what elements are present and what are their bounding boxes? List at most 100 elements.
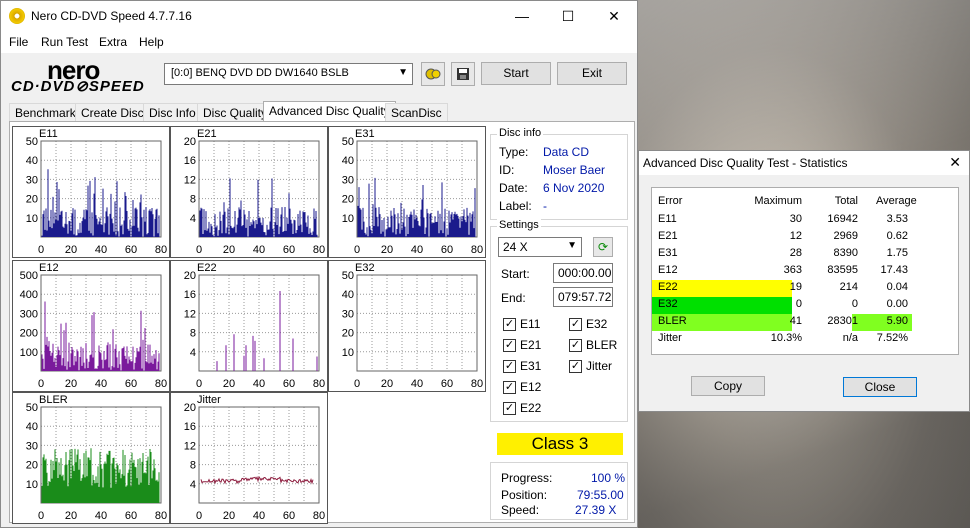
y-tick-label: 10 (26, 479, 38, 491)
y-tick-label: 4 (190, 213, 196, 225)
start-button[interactable]: Start (481, 62, 551, 85)
y-tick-label: 30 (26, 174, 38, 186)
table-cell: E31 (658, 247, 678, 259)
column-header: Average (876, 195, 917, 207)
table-cell: 19 (789, 281, 802, 293)
settings-group: Settings 24 X ▼ ⟳ Start: 000:00.00 End: … (490, 219, 628, 422)
table-cell: E22 (658, 281, 678, 293)
x-tick-label: 60 (441, 244, 453, 256)
menu-run-test[interactable]: Run Test (41, 35, 88, 49)
window-title: Nero CD-DVD Speed 4.7.7.16 (31, 9, 192, 23)
column-header: Total (834, 195, 858, 207)
chart-svg: 50 40 30 20 10 0 20 40 60 80 (342, 136, 483, 256)
y-tick-label: 50 (26, 402, 38, 414)
menu-extra[interactable]: Extra (99, 35, 127, 49)
end-label: End: (501, 291, 526, 305)
check-icon: ✓ (503, 360, 516, 373)
chevron-down-icon: ▼ (567, 240, 577, 251)
progress-group: Progress: 100 % Position: 79:55.00 Speed… (490, 462, 628, 520)
e21-label: E21 (520, 338, 542, 352)
tab-benchmark[interactable]: Benchmark (9, 103, 82, 122)
y-tick-label: 16 (184, 155, 196, 167)
chart-svg: 500 400 300 200 100 0 20 40 60 80 (20, 270, 167, 390)
tab-disc-info[interactable]: Disc Info (143, 103, 202, 122)
y-tick-label: 300 (20, 308, 38, 320)
x-tick-label: 0 (354, 378, 360, 390)
x-tick-label: 40 (95, 510, 107, 522)
table-cell: E12 (658, 264, 678, 276)
y-tick-label: 12 (184, 308, 196, 320)
menu-help[interactable]: Help (139, 35, 164, 49)
x-tick-label: 40 (411, 244, 423, 256)
x-tick-label: 0 (38, 244, 44, 256)
x-tick-label: 40 (253, 244, 265, 256)
table-cell: n/a (842, 332, 858, 344)
tab-create-disc[interactable]: Create Disc (75, 103, 150, 122)
table-cell: 83595 (827, 264, 858, 276)
y-tick-label: 8 (190, 460, 196, 472)
maximize-button[interactable]: ☐ (545, 3, 591, 29)
chart-6: 50 40 30 20 10 0 20 40 60 80 BLER (12, 392, 170, 524)
table-row: E31 28 8390 1.75 (652, 246, 958, 263)
exit-button[interactable]: Exit (557, 62, 627, 85)
menu-file[interactable]: File (9, 35, 28, 49)
label-value: - (543, 199, 547, 213)
table-row: Jitter 10.3% n/a 7.52% (652, 331, 958, 348)
close-button[interactable]: ✕ (591, 3, 637, 29)
progress-label: Progress: (501, 471, 553, 485)
x-tick-label: 80 (155, 378, 167, 390)
chart-5: 50 40 30 20 10 0 20 40 60 80 E32 (328, 260, 486, 392)
y-tick-label: 200 (20, 328, 38, 340)
x-tick-label: 80 (313, 378, 325, 390)
check-icon: ✓ (503, 402, 516, 415)
tab-disc-quality[interactable]: Disc Quality (197, 103, 274, 122)
e12-label: E12 (520, 380, 542, 394)
y-tick-label: 16 (184, 421, 196, 433)
column-header: Error (658, 195, 683, 207)
position-value: 79:55.00 (577, 488, 624, 502)
check-icon: ✓ (503, 318, 516, 331)
drive-value: [0:0] BENQ DVD DD DW1640 BSLB (171, 67, 349, 79)
y-tick-label: 8 (190, 328, 196, 340)
end-field[interactable]: 079:57.72 (553, 287, 613, 307)
disc-info-group: Disc info Type: Data CD ID: Moser Baer D… (490, 127, 628, 220)
y-tick-label: 30 (342, 174, 354, 186)
x-tick-label: 0 (354, 244, 360, 256)
start-field[interactable]: 000:00.00 (553, 263, 613, 283)
x-tick-label: 60 (125, 378, 137, 390)
x-tick-label: 40 (411, 378, 423, 390)
chart-3: 500 400 300 200 100 0 20 40 60 80 E12 (12, 260, 170, 392)
tab-scandisc[interactable]: ScanDisc (385, 103, 448, 122)
close-dialog-button[interactable]: Close (843, 377, 917, 397)
save-button[interactable] (451, 62, 475, 86)
disc-info-title: Disc info (497, 127, 544, 139)
table-cell: 0 (851, 298, 858, 310)
x-tick-label: 20 (223, 378, 235, 390)
x-tick-label: 40 (253, 378, 265, 390)
chart-label: Jitter (197, 394, 221, 406)
check-icon: ✓ (569, 318, 582, 331)
table-cell: 16942 (827, 213, 858, 225)
tab-advanced-disc-quality[interactable]: Advanced Disc Quality (263, 101, 396, 122)
refresh-button[interactable]: ⟳ (593, 237, 613, 257)
drive-info-button[interactable] (421, 62, 445, 86)
main-window: Nero CD-DVD Speed 4.7.7.16 — ☐ ✕ File Ru… (0, 0, 638, 528)
x-tick-label: 20 (381, 378, 393, 390)
minimize-button[interactable]: — (499, 3, 545, 29)
close-icon[interactable]: ✕ (949, 154, 961, 171)
y-tick-label: 4 (190, 479, 196, 491)
check-icon: ✓ (503, 381, 516, 394)
chart-svg: 201612840 20 40 60 80 (184, 270, 325, 390)
y-tick-label: 20 (184, 136, 196, 148)
x-tick-label: 40 (95, 378, 107, 390)
x-tick-label: 80 (313, 244, 325, 256)
label-label: Label: (499, 199, 532, 213)
bler-label: BLER (586, 338, 618, 352)
drive-select[interactable]: [0:0] BENQ DVD DD DW1640 BSLB ▼ (164, 63, 413, 85)
floppy-icon (457, 68, 469, 80)
e32-label: E32 (586, 317, 608, 331)
speed-select[interactable]: 24 X ▼ (498, 237, 582, 257)
copy-button[interactable]: Copy (691, 376, 765, 396)
settings-title: Settings (497, 219, 541, 231)
speed-value: 24 X (503, 240, 528, 254)
